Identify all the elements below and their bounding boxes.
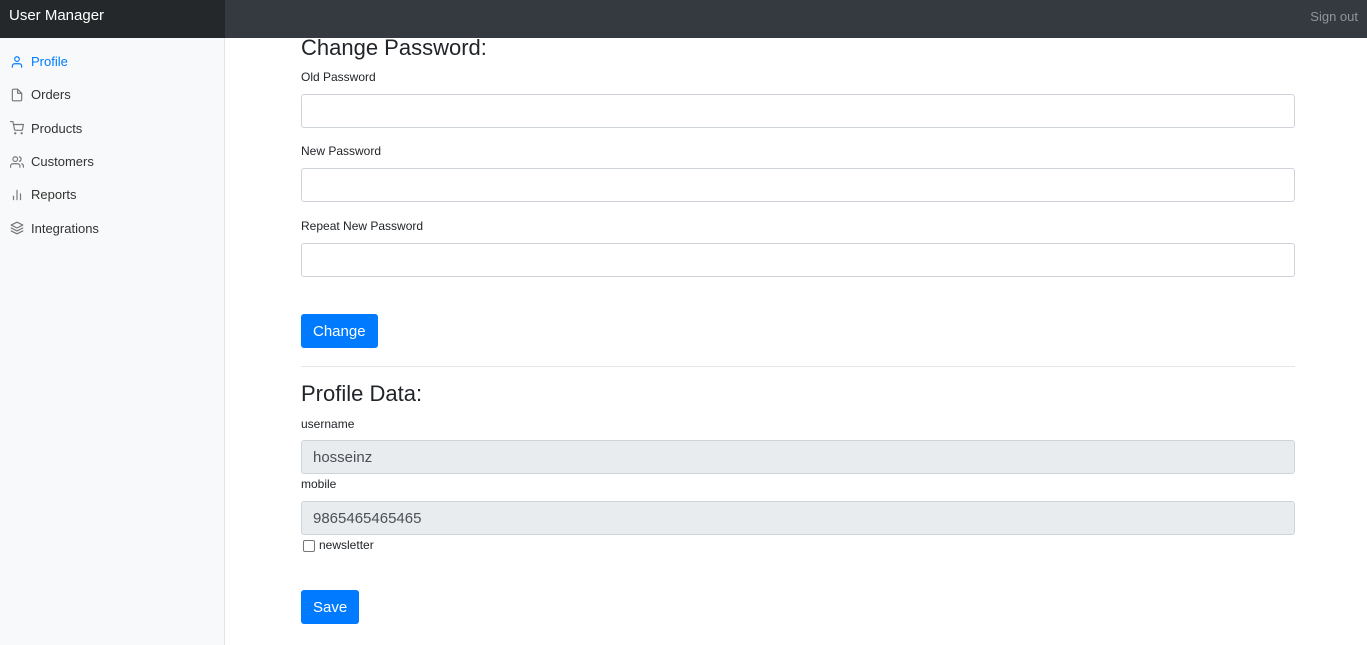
old-password-input[interactable] — [301, 94, 1295, 128]
newsletter-checkbox[interactable] — [303, 540, 315, 552]
layers-icon — [10, 221, 24, 235]
repeat-password-label: Repeat New Password — [301, 219, 424, 233]
sidebar-item-profile[interactable]: Profile — [0, 45, 224, 78]
sign-out-link[interactable]: Sign out — [1310, 0, 1358, 34]
sidebar-item-label: Orders — [31, 87, 71, 103]
sidebar-item-products[interactable]: Products — [0, 112, 224, 145]
sidebar-item-orders[interactable]: Orders — [0, 78, 224, 111]
new-password-input[interactable] — [301, 168, 1295, 202]
section-divider — [301, 366, 1295, 367]
bar-chart-icon — [10, 188, 24, 202]
sidebar-item-label: Integrations — [31, 220, 99, 236]
sidebar-item-label: Products — [31, 120, 83, 136]
username-label: username — [301, 417, 355, 431]
sidebar-item-integrations[interactable]: Integrations — [0, 211, 224, 244]
file-icon — [10, 88, 24, 102]
shopping-cart-icon — [10, 121, 24, 135]
sidebar: Profile Orders Products Customers Report… — [0, 38, 225, 645]
profile-data-title: Profile Data: — [301, 381, 423, 406]
username-field — [301, 440, 1295, 474]
change-password-title: Change Password: — [301, 35, 487, 60]
mobile-field — [301, 501, 1295, 535]
app-brand[interactable]: User Manager — [0, 0, 225, 38]
sidebar-item-customers[interactable]: Customers — [0, 145, 224, 178]
user-icon — [10, 55, 24, 69]
change-password-button[interactable]: Change — [301, 314, 378, 348]
save-button[interactable]: Save — [301, 590, 360, 624]
sidebar-item-label: Profile — [31, 54, 68, 70]
sidebar-item-label: Customers — [31, 154, 94, 170]
sidebar-item-label: Reports — [31, 187, 77, 203]
repeat-password-input[interactable] — [301, 243, 1295, 277]
old-password-label: Old Password — [301, 70, 376, 84]
newsletter-label[interactable]: newsletter — [319, 538, 374, 552]
new-password-label: New Password — [301, 144, 382, 158]
top-navbar: User Manager Sign out — [0, 0, 1367, 38]
mobile-label: mobile — [301, 477, 337, 491]
users-icon — [10, 155, 24, 169]
sidebar-item-reports[interactable]: Reports — [0, 178, 224, 211]
